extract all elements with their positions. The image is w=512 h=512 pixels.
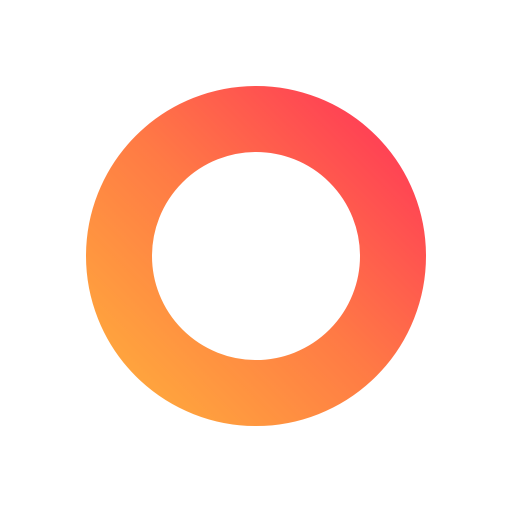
logo-canvas [0,0,512,512]
ring-logo-icon [86,86,426,426]
ring-shape [86,86,426,426]
